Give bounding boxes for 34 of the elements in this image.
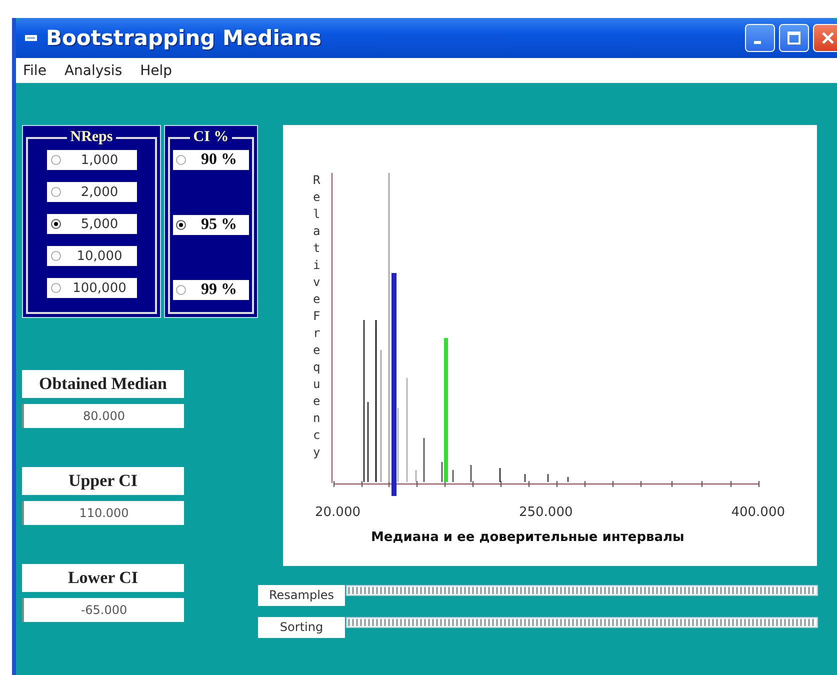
- radio-option[interactable]: 95 %: [173, 215, 249, 235]
- minimize-icon: [754, 41, 760, 44]
- radio-option[interactable]: 100,000: [46, 278, 136, 298]
- progress-label: Resamples: [258, 585, 345, 606]
- x-tick-label: 250.000: [518, 505, 573, 520]
- group-title: NReps: [69, 129, 114, 146]
- close-button[interactable]: [813, 24, 837, 52]
- result-field: 110.000: [22, 501, 184, 525]
- window-title: Bootstrapping Medians: [46, 26, 322, 50]
- app-icon: [24, 33, 38, 43]
- x-tick-label: 20.000: [315, 505, 360, 520]
- result-label: Lower CI: [22, 564, 184, 592]
- menu-item[interactable]: File: [21, 62, 48, 78]
- close-icon: [821, 31, 835, 45]
- y-axis-label: Relative Frequency: [313, 172, 320, 461]
- maximize-icon: [787, 31, 801, 45]
- maximize-button[interactable]: [779, 24, 809, 52]
- menu-item[interactable]: Analysis: [62, 62, 124, 78]
- minimize-button[interactable]: [745, 24, 775, 52]
- result-field: -65.000: [22, 598, 184, 622]
- progress-label: Sorting: [258, 617, 345, 638]
- radio-option[interactable]: 90 %: [173, 150, 249, 170]
- radio-option[interactable]: 1,000: [46, 150, 136, 170]
- radio-option[interactable]: 2,000: [46, 182, 136, 202]
- radio-option[interactable]: 5,000: [46, 214, 136, 234]
- x-axis-label: Медиана и ее доверительные интервалы: [371, 530, 686, 545]
- radio-option[interactable]: 10,000: [46, 246, 136, 266]
- result-label: Obtained Median: [22, 370, 184, 398]
- x-tick-label: 400.000: [731, 505, 785, 520]
- group-title: CI %: [192, 129, 230, 146]
- radio-option[interactable]: 99 %: [173, 280, 249, 300]
- result-field: 80.000: [22, 404, 184, 428]
- menu-item[interactable]: Help: [138, 62, 174, 78]
- result-label: Upper CI: [22, 467, 184, 495]
